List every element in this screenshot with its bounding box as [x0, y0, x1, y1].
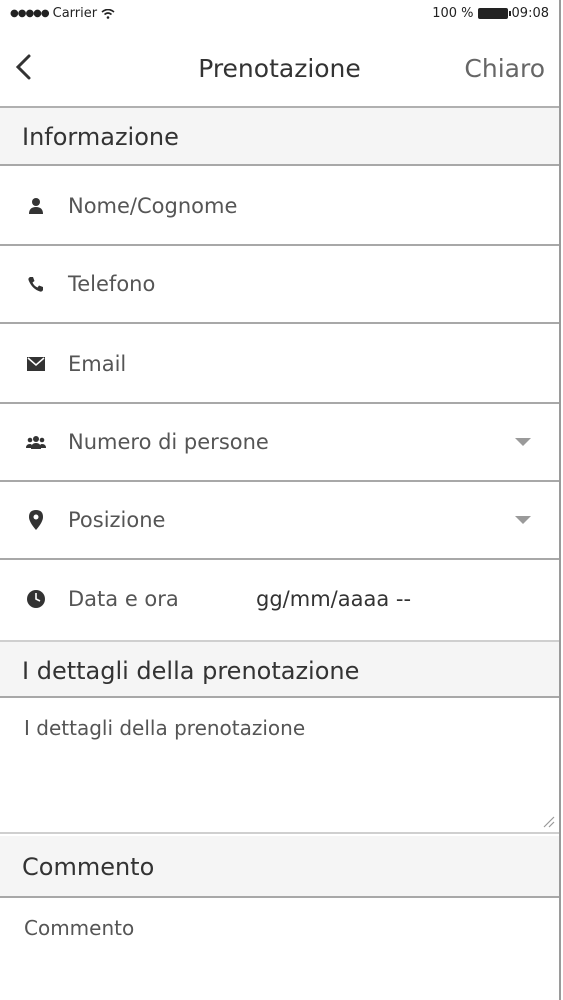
name-placeholder: Nome/Cognome [68, 194, 238, 218]
phone-placeholder: Telefono [68, 272, 156, 296]
datetime-label: Data e ora [68, 587, 179, 611]
status-left: ●●●●● Carrier [10, 6, 115, 21]
datetime-field[interactable]: Data e ora gg/mm/aaaa -- [0, 560, 559, 638]
comment-placeholder: Commento [24, 916, 135, 940]
name-field[interactable]: Nome/Cognome [0, 168, 559, 246]
section-header-info: Informazione [0, 108, 559, 166]
email-field[interactable]: Email [0, 326, 559, 404]
envelope-icon [24, 352, 48, 376]
phone-icon [24, 272, 48, 296]
resize-handle-icon[interactable] [541, 814, 555, 828]
group-icon [24, 430, 48, 454]
location-pin-icon [24, 508, 48, 532]
clock-icon [24, 587, 48, 611]
position-placeholder: Posizione [68, 508, 166, 532]
phone-field[interactable]: Telefono [0, 246, 559, 324]
navigation-bar: Prenotazione Chiaro [0, 30, 559, 108]
section-header-details: I dettagli della prenotazione [0, 640, 559, 698]
dropdown-caret-icon [515, 438, 531, 446]
signal-icon: ●●●●● [10, 8, 50, 19]
position-select[interactable]: Posizione [0, 482, 559, 560]
people-placeholder: Numero di persone [68, 430, 269, 454]
wifi-icon [101, 8, 115, 19]
carrier-name: Carrier [52, 6, 98, 21]
people-select[interactable]: Numero di persone [0, 404, 559, 482]
datetime-value[interactable]: gg/mm/aaaa -- [256, 587, 411, 611]
dropdown-caret-icon [515, 516, 531, 524]
battery-icon [477, 8, 511, 19]
email-placeholder: Email [68, 352, 127, 376]
clock-time: 09:08 [511, 6, 549, 21]
details-textarea[interactable]: I dettagli della prenotazione [0, 700, 559, 834]
clear-button[interactable]: Chiaro [464, 54, 545, 83]
battery-percent: 100 % [432, 6, 474, 21]
status-right: 100 % 09:08 [432, 6, 549, 21]
booking-screen: ●●●●● Carrier 100 % 09:08 Prenotazione C… [0, 0, 561, 1000]
status-bar: ●●●●● Carrier 100 % 09:08 [0, 0, 559, 30]
details-placeholder: I dettagli della prenotazione [24, 716, 306, 740]
user-icon [24, 194, 48, 218]
comment-textarea[interactable]: Commento [0, 900, 559, 1000]
section-header-comment: Commento [0, 836, 559, 898]
